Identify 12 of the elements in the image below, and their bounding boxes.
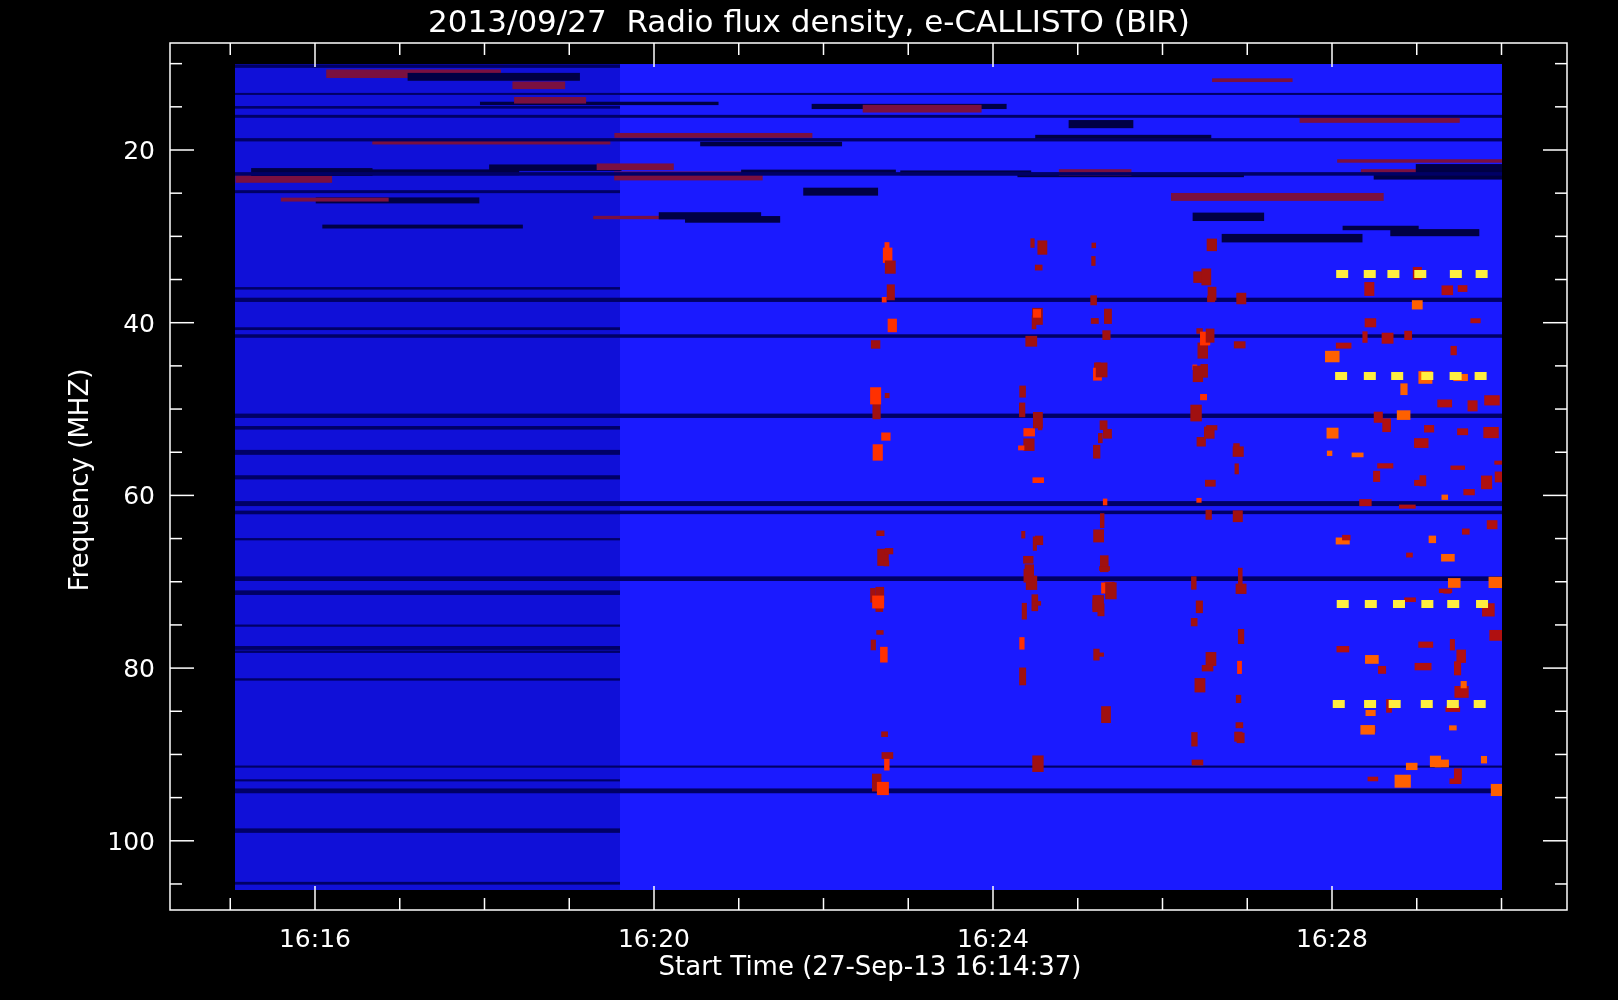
chart-title: 2013/09/27 Radio flux density, e-CALLISTO (BIR) <box>428 3 1190 39</box>
x-tick-label: 16:28 <box>1296 924 1368 953</box>
y-tick-label: 100 <box>107 826 155 856</box>
y-tick-label: 60 <box>123 481 155 511</box>
x-axis-label: Start Time (27-Sep-13 16:14:37) <box>658 951 1082 981</box>
x-tick-label: 16:16 <box>279 924 351 953</box>
y-tick-label: 20 <box>123 136 155 165</box>
y-tick-label: 40 <box>123 308 155 338</box>
y-axis-label: Frequency (MHZ) <box>64 368 94 592</box>
x-tick-label: 16:24 <box>957 924 1029 953</box>
y-tick-label: 80 <box>123 654 155 684</box>
x-tick-label: 16:20 <box>618 924 690 953</box>
